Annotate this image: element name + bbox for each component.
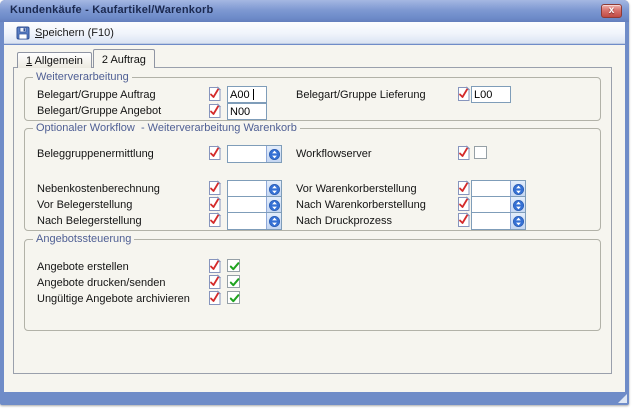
nach-warenkorberstellung-input[interactable] bbox=[472, 197, 510, 213]
validate-icon[interactable] bbox=[456, 196, 471, 212]
validate-icon[interactable] bbox=[207, 258, 222, 274]
nebenkostenberechnung-input[interactable] bbox=[228, 181, 266, 197]
window-title: Kundenkäufe - Kaufartikel/Warenkorb bbox=[10, 4, 213, 16]
belegart-angebot-label: Belegart/Gruppe Angebot bbox=[37, 105, 161, 117]
beleggruppenermittlung-combo[interactable] bbox=[227, 145, 282, 163]
dialog-content: 1 Allgemein 2 Auftrag Weiterverarbeitung… bbox=[4, 45, 625, 392]
group-title: Angebotssteuerung bbox=[33, 233, 134, 245]
belegart-lieferung-label: Belegart/Gruppe Lieferung bbox=[296, 89, 426, 101]
group-angebotssteuerung: Angebotssteuerung Angebote erstellen Ang… bbox=[24, 239, 601, 331]
toolbar: Speichern (F10) bbox=[4, 22, 625, 44]
validate-icon[interactable] bbox=[207, 290, 222, 306]
nach-warenkorberstellung-label: Nach Warenkorberstellung bbox=[296, 199, 426, 211]
validate-icon[interactable] bbox=[456, 212, 471, 228]
group-title: Weiterverarbeitung bbox=[33, 71, 132, 83]
validate-icon[interactable] bbox=[456, 145, 471, 161]
save-button[interactable]: Speichern (F10) bbox=[9, 23, 121, 43]
validate-icon[interactable] bbox=[207, 212, 222, 228]
group-weiterverarbeitung: Weiterverarbeitung Belegart/Gruppe Auftr… bbox=[24, 77, 601, 121]
beleggruppenermittlung-label: Beleggruppenermittlung bbox=[37, 148, 154, 160]
vor-warenkorberstellung-input[interactable] bbox=[472, 181, 510, 197]
nach-belegerstellung-label: Nach Belegerstellung bbox=[37, 215, 142, 227]
validate-icon[interactable] bbox=[207, 180, 222, 196]
title-bar[interactable]: Kundenkäufe - Kaufartikel/Warenkorb x bbox=[0, 0, 629, 22]
group-title: Optionaler Workflow - Weiterverarbeitung… bbox=[33, 122, 300, 134]
nach-belegerstellung-input[interactable] bbox=[228, 213, 266, 229]
tab-auftrag[interactable]: 2 Auftrag bbox=[93, 49, 155, 68]
validate-icon[interactable] bbox=[207, 196, 222, 212]
belegart-lieferung-input[interactable] bbox=[471, 86, 511, 103]
spinner-button[interactable] bbox=[266, 197, 281, 213]
spinner-button[interactable] bbox=[510, 197, 525, 213]
beleggruppenermittlung-input[interactable] bbox=[228, 146, 266, 162]
nach-belegerstellung-combo[interactable] bbox=[227, 212, 282, 230]
tab-page-auftrag: Weiterverarbeitung Belegart/Gruppe Auftr… bbox=[13, 67, 612, 374]
angebote-drucken-checkbox[interactable] bbox=[227, 275, 240, 288]
validate-icon[interactable] bbox=[207, 103, 222, 119]
workflowserver-label: Workflowserver bbox=[296, 148, 372, 160]
validate-icon[interactable] bbox=[456, 86, 471, 102]
angebote-erstellen-label: Angebote erstellen bbox=[37, 261, 129, 273]
group-workflow: Optionaler Workflow - Weiterverarbeitung… bbox=[24, 128, 601, 231]
validate-icon[interactable] bbox=[207, 274, 222, 290]
floppy-disk-icon bbox=[16, 26, 30, 40]
nebenkostenberechnung-label: Nebenkostenberechnung bbox=[37, 183, 160, 195]
spinner-button[interactable] bbox=[266, 146, 281, 162]
save-button-label: Speichern (F10) bbox=[35, 27, 114, 39]
validate-icon[interactable] bbox=[207, 145, 222, 161]
nach-druckprozess-combo[interactable] bbox=[471, 212, 526, 230]
angebote-archivieren-checkbox[interactable] bbox=[227, 291, 240, 304]
vor-belegerstellung-input[interactable] bbox=[228, 197, 266, 213]
tab-bar: 1 Allgemein 2 Auftrag bbox=[17, 49, 155, 68]
angebote-archivieren-label: Ungültige Angebote archivieren bbox=[37, 293, 190, 305]
dialog-window: Kundenkäufe - Kaufartikel/Warenkorb x Sp… bbox=[0, 0, 629, 405]
spinner-button[interactable] bbox=[266, 181, 281, 197]
angebote-drucken-label: Angebote drucken/senden bbox=[37, 277, 165, 289]
vor-belegerstellung-label: Vor Belegerstellung bbox=[37, 199, 132, 211]
validate-icon[interactable] bbox=[207, 86, 222, 102]
belegart-auftrag-label: Belegart/Gruppe Auftrag bbox=[37, 89, 156, 101]
spinner-button[interactable] bbox=[510, 213, 525, 229]
workflowserver-checkbox[interactable] bbox=[474, 146, 487, 159]
validate-icon[interactable] bbox=[456, 180, 471, 196]
tab-allgemein[interactable]: 1 Allgemein bbox=[17, 52, 92, 68]
spinner-button[interactable] bbox=[266, 213, 281, 229]
close-button[interactable]: x bbox=[601, 4, 622, 18]
vor-warenkorberstellung-label: Vor Warenkorberstellung bbox=[296, 183, 417, 195]
nach-druckprozess-label: Nach Druckprozess bbox=[296, 215, 392, 227]
spinner-button[interactable] bbox=[510, 181, 525, 197]
text-caret bbox=[253, 89, 254, 100]
belegart-angebot-input[interactable] bbox=[227, 103, 267, 120]
belegart-auftrag-input[interactable] bbox=[227, 86, 267, 103]
resize-grip[interactable] bbox=[618, 394, 627, 403]
angebote-erstellen-checkbox[interactable] bbox=[227, 259, 240, 272]
nach-druckprozess-input[interactable] bbox=[472, 213, 510, 229]
